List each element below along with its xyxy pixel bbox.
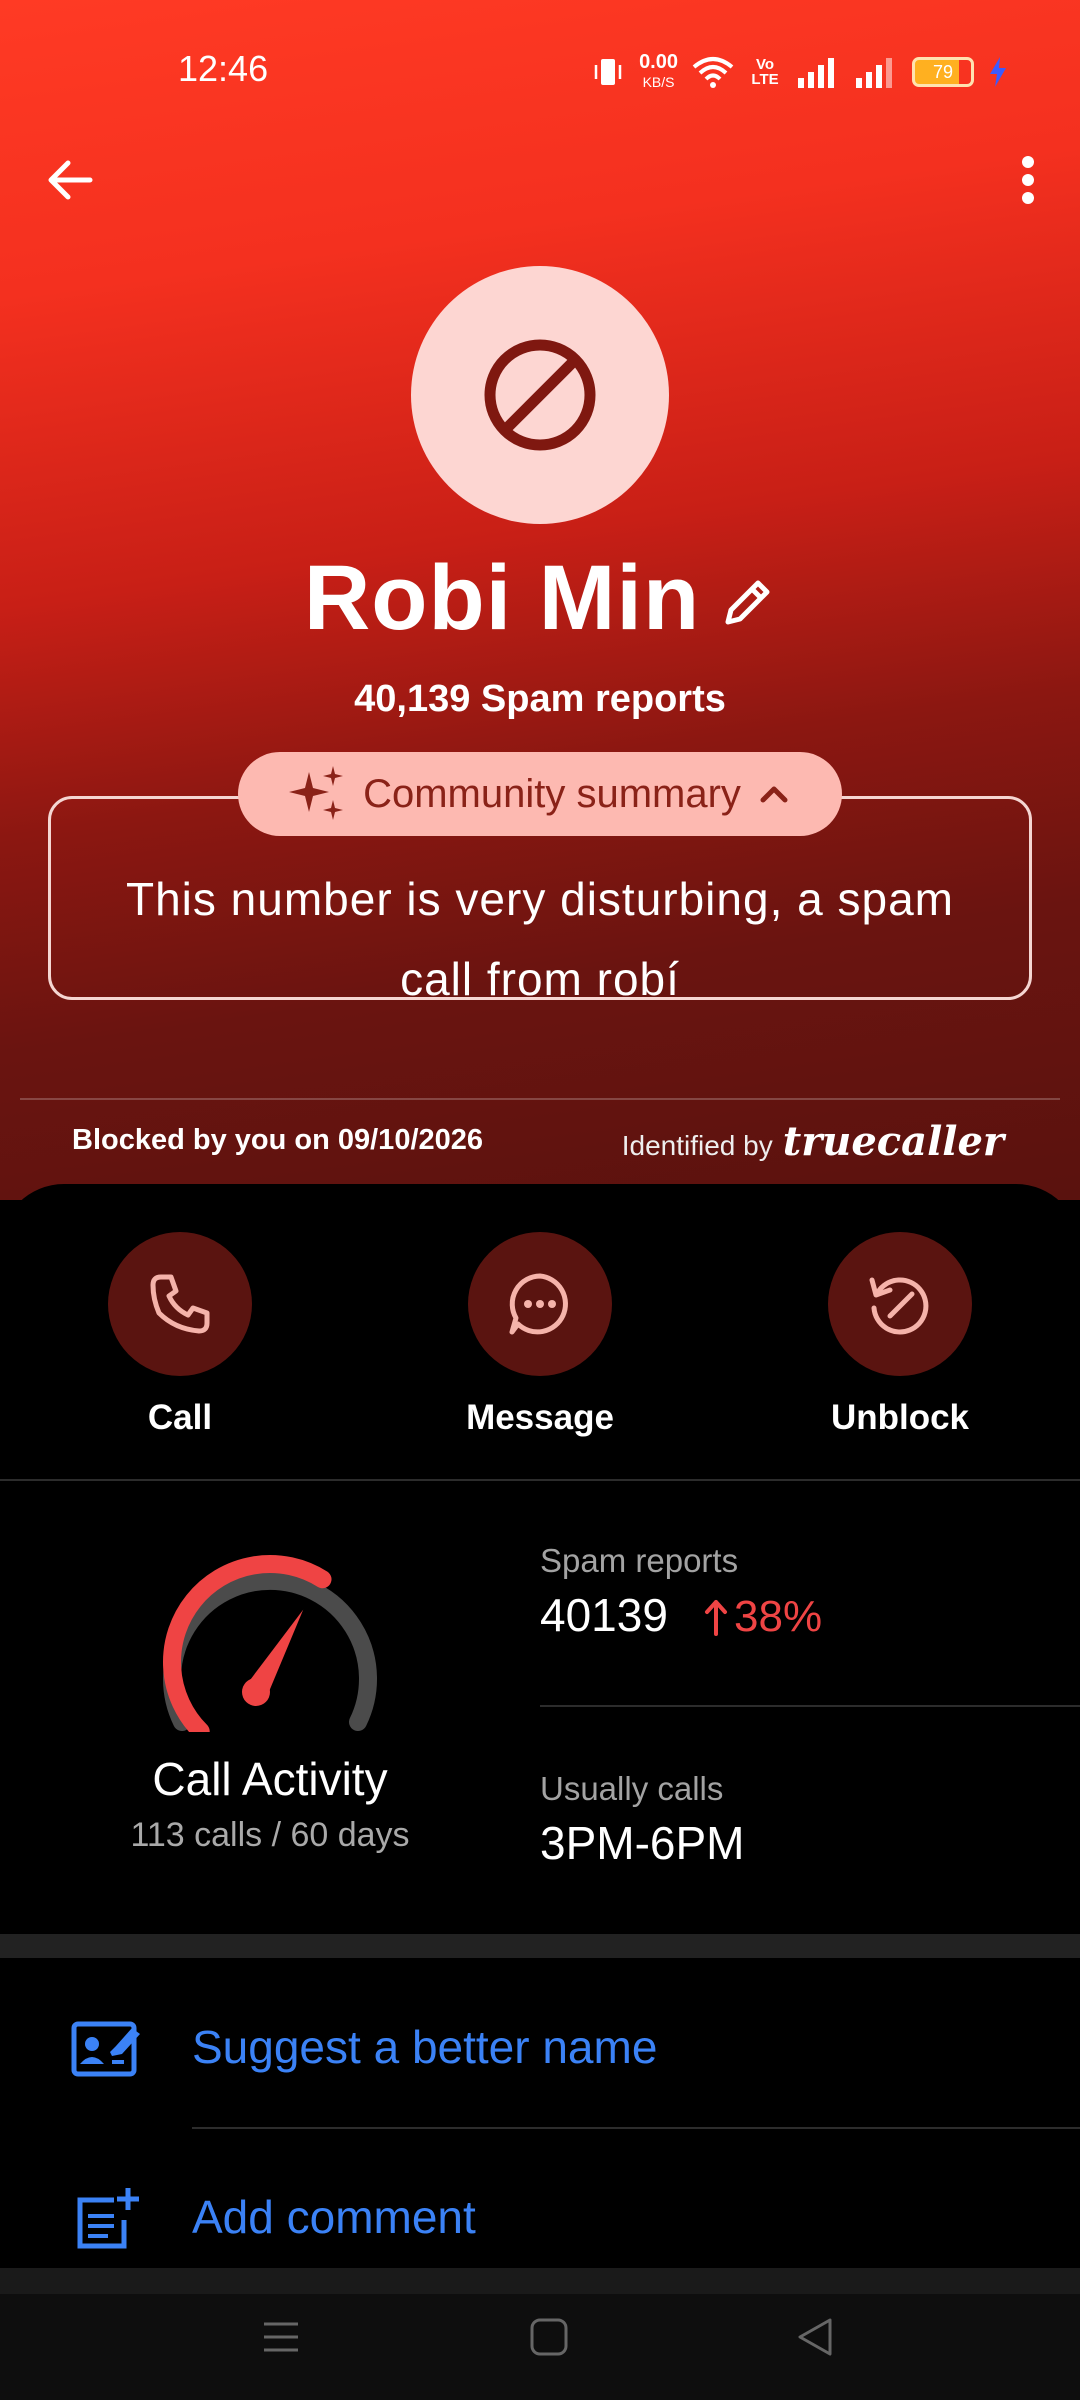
usually-calls-label: Usually calls (540, 1770, 724, 1807)
community-summary-text: This number is very disturbing, a spam c… (126, 873, 954, 1005)
stats-divider (540, 1705, 1080, 1707)
signal-icon-2 (856, 58, 892, 88)
community-summary-toggle[interactable]: Community summary (238, 752, 842, 836)
message-bubble-icon (509, 1273, 568, 1335)
add-comment-label: Add comment (192, 2191, 476, 2243)
message-button[interactable]: Message (440, 1232, 640, 1438)
options-divider (192, 2127, 1080, 2129)
call-activity-title: Call Activity (152, 1753, 388, 1805)
section-separator (0, 1934, 1080, 1958)
block-icon (484, 339, 596, 451)
spam-reports-label: Spam reports (540, 1542, 739, 1579)
edit-pencil-icon[interactable] (720, 574, 776, 630)
suggest-name-icon (71, 2021, 140, 2077)
spam-reports-value: 40139 (540, 1589, 668, 1641)
message-label: Message (466, 1398, 614, 1437)
unblock-button-circle (828, 1232, 972, 1376)
network-speed-unit: KB/S (642, 74, 675, 90)
identified-by-label: Identified by (621, 1130, 773, 1161)
status-time: 12:46 (178, 48, 269, 89)
spam-trend: 38% (704, 1592, 822, 1642)
arrow-up-icon (705, 1600, 727, 1636)
status-icons: 0.00 KB/S Vo LTE 79 (591, 48, 1008, 96)
call-label: Call (147, 1398, 213, 1437)
call-activity-gauge-icon (163, 1555, 377, 1732)
home-nav-icon[interactable] (530, 2318, 568, 2356)
blocked-avatar (411, 266, 669, 524)
more-options-button[interactable] (990, 150, 1050, 210)
actions-divider (0, 1479, 1080, 1481)
unblock-label: Unblock (830, 1398, 970, 1437)
battery-level: 79 (932, 62, 954, 82)
volte-badge: Vo LTE (751, 56, 779, 88)
spam-trend-value: 38% (734, 1592, 823, 1641)
sparkle-icon (289, 766, 344, 820)
contact-name: Robi Min (303, 547, 701, 649)
add-comment-icon (77, 2188, 139, 2249)
vibrate-icon (594, 59, 622, 85)
add-comment-row[interactable]: Add comment (0, 2150, 1080, 2280)
wifi-icon (692, 57, 734, 88)
unblock-icon (869, 1277, 929, 1335)
menu-nav-icon[interactable] (262, 2318, 300, 2356)
header-divider (20, 1098, 1060, 1100)
call-button-circle (108, 1232, 252, 1376)
spam-reports-count: 40,139 Spam reports (354, 678, 726, 720)
back-nav-icon[interactable] (796, 2318, 834, 2356)
contact-name-row: Robi Min (0, 546, 1080, 651)
chevron-up-icon (760, 786, 788, 803)
bottom-separator (0, 2268, 1080, 2294)
suggest-name-label: Suggest a better name (192, 2021, 658, 2073)
charging-icon (990, 57, 1006, 87)
arrow-left-icon (48, 160, 93, 200)
community-summary-label: Community summary (363, 771, 741, 816)
identified-by: Identified by truecaller (622, 1118, 1004, 1165)
signal-icon-1 (798, 58, 834, 88)
system-nav-bar (0, 2294, 1080, 2400)
battery-indicator: 79 (912, 57, 974, 87)
call-button[interactable]: Call (80, 1232, 280, 1438)
back-button[interactable] (40, 150, 100, 210)
network-speed-value: 0.00 (639, 51, 678, 73)
blocked-date: Blocked by you on 09/10/2026 (72, 1124, 484, 1156)
more-vertical-icon (1022, 156, 1034, 204)
network-speed: 0.00 KB/S (639, 52, 678, 92)
unblock-button[interactable]: Unblock (800, 1232, 1000, 1438)
suggest-name-row[interactable]: Suggest a better name (0, 1980, 1080, 2110)
phone-icon (150, 1274, 210, 1334)
call-activity-subtitle: 113 calls / 60 days (130, 1816, 410, 1854)
message-button-circle (468, 1232, 612, 1376)
usually-calls-value: 3PM-6PM (540, 1817, 745, 1869)
truecaller-logo: truecaller (782, 1118, 1004, 1165)
